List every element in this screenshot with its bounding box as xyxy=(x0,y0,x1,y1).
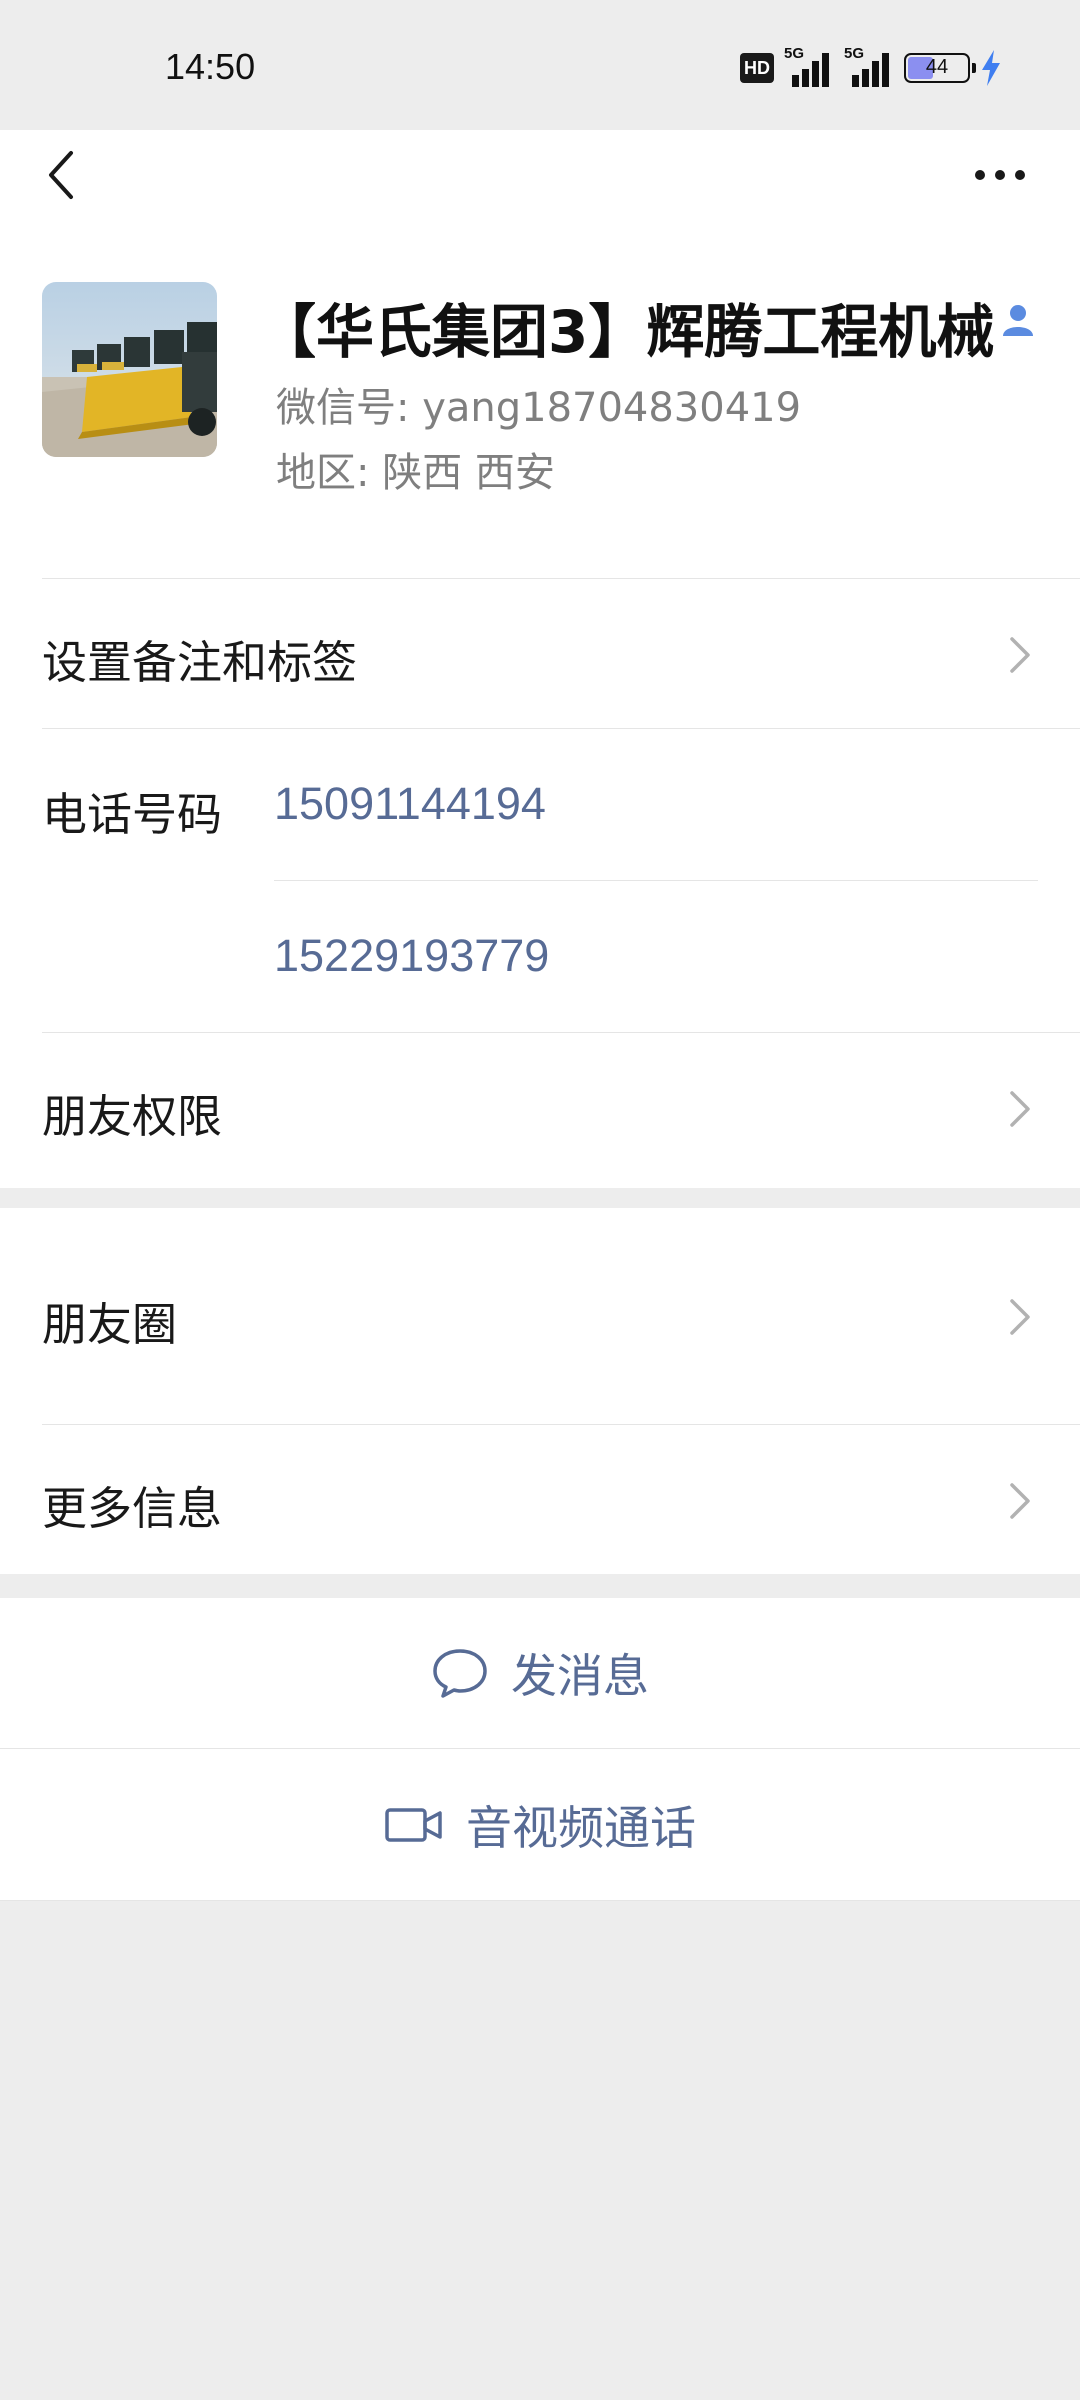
battery-icon: 44 xyxy=(904,53,976,83)
wechat-id: 微信号: yang18704830419 xyxy=(276,385,802,431)
send-message-button[interactable]: 发消息 xyxy=(0,1598,1080,1748)
status-icons: HD 5G 5G 44 xyxy=(740,45,1002,88)
hd-icon: HD xyxy=(740,53,774,83)
remark-label: 设置备注和标签 xyxy=(42,636,358,689)
chevron-left-icon xyxy=(49,151,73,199)
contact-name: 【华氏集团3】辉腾工程机械 xyxy=(258,298,995,366)
divider xyxy=(42,728,1080,729)
chevron-right-icon xyxy=(1010,1299,1030,1335)
phone-number[interactable]: 15091144194 xyxy=(274,778,546,830)
signal-5g-icon: 5G xyxy=(784,45,834,87)
chat-bubble-icon xyxy=(433,1649,487,1698)
moments-label: 朋友圈 xyxy=(42,1298,178,1351)
battery-level: 44 xyxy=(925,56,949,78)
status-time: 14:50 xyxy=(165,46,256,87)
more-dots-icon xyxy=(975,170,1025,180)
chevron-right-icon xyxy=(1010,1483,1030,1519)
person-icon xyxy=(1003,305,1033,336)
video-call-button[interactable]: 音视频通话 xyxy=(0,1750,1080,1900)
status-bar: 14:50 HD 5G 5G 44 xyxy=(0,0,1080,130)
chevron-right-icon xyxy=(1010,1091,1030,1127)
divider xyxy=(0,1748,1080,1749)
region: 地区: 陕西 西安 xyxy=(276,450,555,496)
lightning-bolt-icon xyxy=(982,50,1000,86)
send-message-label: 发消息 xyxy=(511,1649,649,1703)
back-button[interactable] xyxy=(30,140,90,210)
signal-5g-icon: 5G xyxy=(844,45,894,87)
divider xyxy=(0,1900,1080,1901)
video-camera-icon xyxy=(385,1808,442,1842)
wheel-loader-photo xyxy=(42,282,217,457)
video-call-label: 音视频通话 xyxy=(466,1801,696,1855)
more-info-label: 更多信息 xyxy=(42,1482,223,1535)
avatar[interactable] xyxy=(42,282,217,457)
phone-label: 电话号码 xyxy=(42,788,223,841)
friend-permissions-label: 朋友权限 xyxy=(42,1090,223,1143)
phone-number[interactable]: 15229193779 xyxy=(274,930,549,982)
chevron-right-icon xyxy=(1010,637,1030,673)
more-button[interactable] xyxy=(960,150,1040,200)
divider xyxy=(274,880,1038,881)
